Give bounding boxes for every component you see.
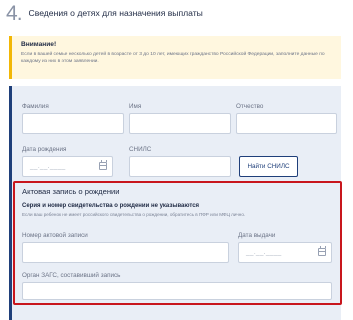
birth-record-subtitle: Серия и номер свидетельства о рождении н… [22,203,200,209]
surname-label: Фамилия [22,103,49,110]
issue-date-label: Дата выдачи [238,232,276,239]
child-form: Фамилия Имя Отчество Дата рождения __.__… [9,86,342,320]
step-number: 4. [6,2,23,25]
record-number-input[interactable] [22,242,229,263]
patronymic-label: Отчество [236,103,264,110]
snils-label: СНИЛС [129,146,152,153]
attention-notice: Внимание! Если в вашей семье несколько д… [9,36,341,79]
calendar-icon[interactable] [99,160,107,170]
birth-record-hint: Если ваш ребенок не имеет российского св… [22,212,246,217]
birth-date-placeholder: __.__.____ [30,163,66,170]
registry-office-input[interactable] [22,282,332,300]
section-header: 4. Сведения о детях для назначения выпла… [6,2,203,30]
issue-date-placeholder: __.__.____ [246,249,282,256]
snils-input[interactable] [129,156,231,177]
registry-office-label: Орган ЗАГС, составивший запись [22,272,121,279]
notice-title: Внимание! [21,41,57,48]
name-input[interactable] [129,113,231,134]
birth-record-title: Актовая запись о рождении [22,187,120,196]
record-number-label: Номер актовой записи [22,232,88,239]
name-label: Имя [129,103,142,110]
section-title: Сведения о детях для назначения выплаты [28,8,203,18]
birth-date-input[interactable]: __.__.____ [22,156,113,177]
notice-text: Если в вашей семье несколько детей в воз… [21,52,325,64]
patronymic-input[interactable] [236,113,337,134]
birth-date-label: Дата рождения [22,146,67,153]
surname-input[interactable] [22,113,124,134]
calendar-icon[interactable] [318,246,326,256]
find-snils-button[interactable]: Найти СНИЛС [239,156,298,177]
issue-date-input[interactable]: __.__.____ [238,242,332,263]
